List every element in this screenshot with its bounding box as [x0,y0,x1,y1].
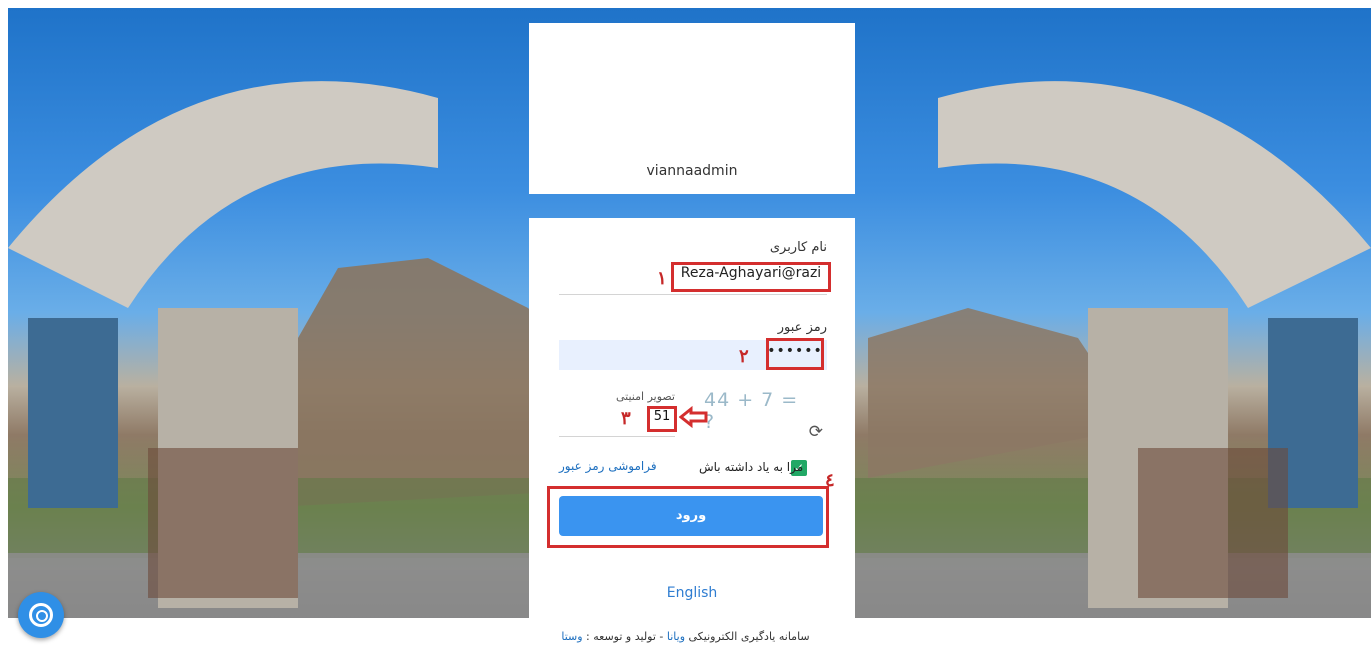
account-name: viannaadmin [646,163,738,179]
captcha-input[interactable]: 51 [649,408,675,430]
footer-developer-link[interactable]: وستا [561,630,582,643]
user-avatar-panel: viannaadmin [529,23,855,194]
footer: سامانه یادگیری الکترونیکی ویانا - تولید … [0,630,1371,643]
username-label: نام کاربری [769,240,827,255]
lifebuoy-icon [29,603,53,627]
step-3-marker: ۳ [621,408,631,429]
footer-text: سامانه یادگیری الکترونیکی [688,630,810,643]
top-strip [0,0,1371,8]
password-label: رمز عبور [777,320,827,335]
step-2-marker: ۲ [739,346,749,367]
footer-middle-text: - تولید و توسعه : [586,630,664,643]
username-input[interactable]: Reza-Aghayari@razi [671,262,831,290]
login-card: نام کاربری Reza-Aghayari@razi ۱ رمز عبور… [529,218,855,618]
captcha-image: 44 + 7 = ? [704,389,799,433]
remember-label[interactable]: مرا به یاد داشته باش [699,460,803,474]
footer-brand-link[interactable]: ویانا [667,630,685,643]
refresh-icon[interactable]: ⟳ [805,422,823,442]
password-input[interactable]: •••••• [766,338,824,370]
login-button[interactable]: ورود [559,496,823,536]
step-1-marker: ۱ [657,268,667,289]
arrow-icon [679,406,708,428]
language-switch-link[interactable]: English [529,585,855,601]
captcha-label: تصویر امنیتی [616,390,675,403]
forgot-password-link[interactable]: فراموشی رمز عبور [559,459,657,473]
